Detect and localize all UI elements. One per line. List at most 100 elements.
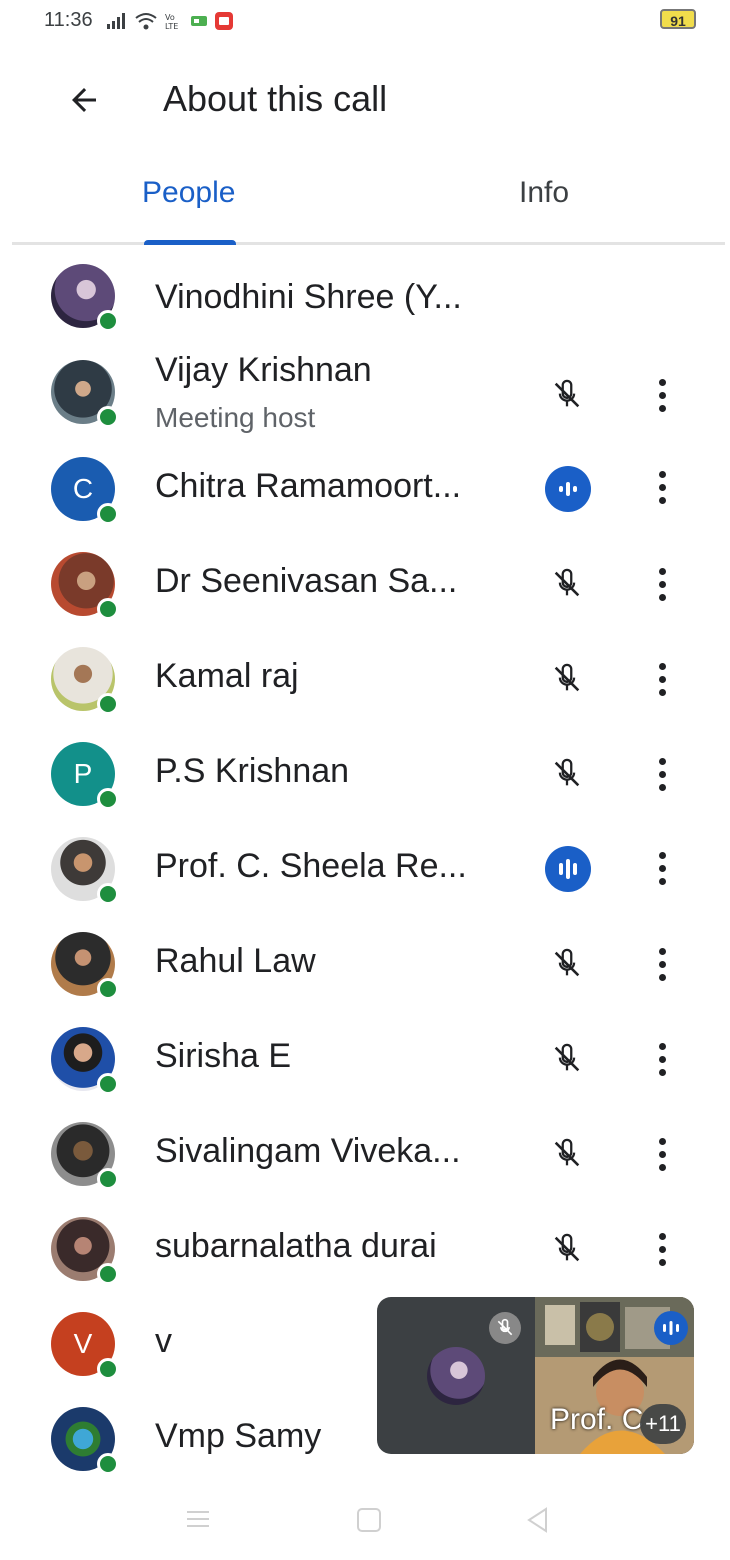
home-button[interactable] bbox=[355, 1506, 383, 1539]
tab-people[interactable]: People bbox=[142, 176, 235, 210]
battery-indicator: 91 bbox=[660, 9, 696, 29]
participant-row[interactable]: subarnalatha durai bbox=[0, 1203, 730, 1298]
call-preview-pip[interactable]: Prof. C +11 bbox=[377, 1297, 694, 1454]
participant-name: Sivalingam Viveka... bbox=[155, 1132, 461, 1170]
avatar bbox=[51, 1027, 119, 1095]
online-indicator bbox=[97, 1453, 119, 1475]
online-indicator bbox=[97, 503, 119, 525]
participant-row[interactable]: Vijay Krishnan Meeting host bbox=[0, 348, 730, 443]
avatar bbox=[51, 264, 119, 332]
participant-name: subarnalatha durai bbox=[155, 1227, 437, 1265]
avatar bbox=[51, 837, 119, 905]
online-indicator bbox=[97, 406, 119, 428]
mic-off-icon bbox=[545, 562, 589, 606]
speaking-indicator-icon bbox=[545, 466, 591, 512]
participant-name: Dr Seenivasan Sa... bbox=[155, 562, 458, 600]
mic-off-icon bbox=[489, 1312, 521, 1344]
online-indicator bbox=[97, 1168, 119, 1190]
more-options-button[interactable] bbox=[646, 1037, 678, 1081]
online-indicator bbox=[97, 1263, 119, 1285]
status-icons: Vo LTE bbox=[106, 11, 234, 31]
back-triangle-icon bbox=[527, 1507, 547, 1533]
speaker-tile: Prof. C +11 bbox=[535, 1297, 694, 1454]
online-indicator bbox=[97, 598, 119, 620]
participant-row[interactable]: C Chitra Ramamoort... bbox=[0, 443, 730, 538]
back-nav-button[interactable] bbox=[524, 1506, 552, 1539]
mic-off-icon bbox=[545, 1037, 589, 1081]
participant-name: v bbox=[155, 1322, 172, 1360]
avatar bbox=[51, 552, 119, 620]
participant-name: Chitra Ramamoort... bbox=[155, 467, 462, 505]
participant-name: Prof. C. Sheela Re... bbox=[155, 847, 467, 885]
status-time: 11:36 bbox=[44, 9, 93, 31]
avatar bbox=[51, 647, 119, 715]
wifi-icon bbox=[135, 13, 157, 30]
participant-role: Meeting host bbox=[155, 402, 316, 433]
self-avatar bbox=[427, 1347, 485, 1405]
menu-button[interactable] bbox=[183, 1506, 213, 1537]
participant-row[interactable]: P P.S Krishnan bbox=[0, 728, 730, 823]
notification-icon bbox=[191, 16, 207, 26]
participant-name: Vijay Krishnan bbox=[155, 351, 372, 389]
svg-text:LTE: LTE bbox=[165, 22, 178, 31]
participant-name: Rahul Law bbox=[155, 942, 316, 980]
online-indicator bbox=[97, 1073, 119, 1095]
online-indicator bbox=[97, 978, 119, 1000]
avatar bbox=[51, 932, 119, 1000]
participant-row[interactable]: Sivalingam Viveka... bbox=[0, 1108, 730, 1203]
participant-name: Kamal raj bbox=[155, 657, 299, 695]
menu-icon bbox=[187, 1511, 209, 1527]
participant-row[interactable]: Kamal raj bbox=[0, 633, 730, 728]
self-tile bbox=[377, 1297, 535, 1454]
navigation-bar bbox=[0, 1490, 730, 1560]
mic-off-icon bbox=[545, 752, 589, 796]
more-options-button[interactable] bbox=[646, 373, 678, 417]
home-icon bbox=[357, 1508, 381, 1532]
speaker-name: Prof. C bbox=[550, 1403, 644, 1436]
online-indicator bbox=[97, 693, 119, 715]
signal-icon bbox=[107, 13, 125, 29]
avatar: C bbox=[51, 457, 119, 525]
volte-icon: VoLTE bbox=[165, 13, 178, 31]
participant-row[interactable]: Rahul Law bbox=[0, 918, 730, 1013]
participant-name: Vinodhini Shree (Y... bbox=[155, 278, 462, 316]
back-button[interactable] bbox=[58, 74, 110, 126]
mic-off-icon bbox=[545, 1132, 589, 1176]
participant-row[interactable]: Dr Seenivasan Sa... bbox=[0, 538, 730, 633]
participant-count-badge[interactable]: +11 bbox=[640, 1404, 686, 1444]
online-indicator bbox=[97, 788, 119, 810]
tab-indicator bbox=[144, 240, 236, 245]
tab-bar: People Info bbox=[12, 160, 725, 245]
speaking-indicator-icon bbox=[654, 1311, 688, 1345]
more-options-button[interactable] bbox=[646, 752, 678, 796]
screen-record-icon bbox=[215, 12, 233, 30]
online-indicator bbox=[97, 883, 119, 905]
participant-name: Vmp Samy bbox=[155, 1417, 322, 1455]
status-bar: 11:36 Vo LTE 91 bbox=[0, 0, 730, 44]
more-options-button[interactable] bbox=[646, 846, 678, 890]
online-indicator bbox=[97, 1358, 119, 1380]
more-options-button[interactable] bbox=[646, 942, 678, 986]
tab-info[interactable]: Info bbox=[519, 176, 569, 210]
participant-row[interactable]: Sirisha E bbox=[0, 1013, 730, 1108]
svg-text:Vo: Vo bbox=[165, 13, 175, 22]
participant-row[interactable]: Vinodhini Shree (Y... bbox=[0, 250, 730, 345]
speaking-indicator-icon bbox=[545, 846, 591, 892]
avatar: V bbox=[51, 1312, 119, 1380]
more-options-button[interactable] bbox=[646, 562, 678, 606]
participant-row[interactable]: Prof. C. Sheela Re... bbox=[0, 823, 730, 918]
avatar: P bbox=[51, 742, 119, 810]
mic-off-icon bbox=[545, 942, 589, 986]
avatar bbox=[51, 1407, 119, 1475]
arrow-back-icon bbox=[72, 88, 96, 112]
more-options-button[interactable] bbox=[646, 1132, 678, 1176]
online-indicator bbox=[97, 310, 119, 332]
mic-off-icon bbox=[545, 1227, 589, 1271]
avatar bbox=[51, 1217, 119, 1285]
more-options-button[interactable] bbox=[646, 657, 678, 701]
more-options-button[interactable] bbox=[646, 1227, 678, 1271]
avatar bbox=[51, 360, 119, 428]
mic-off-icon bbox=[545, 657, 589, 701]
avatar bbox=[51, 1122, 119, 1190]
more-options-button[interactable] bbox=[646, 465, 678, 509]
